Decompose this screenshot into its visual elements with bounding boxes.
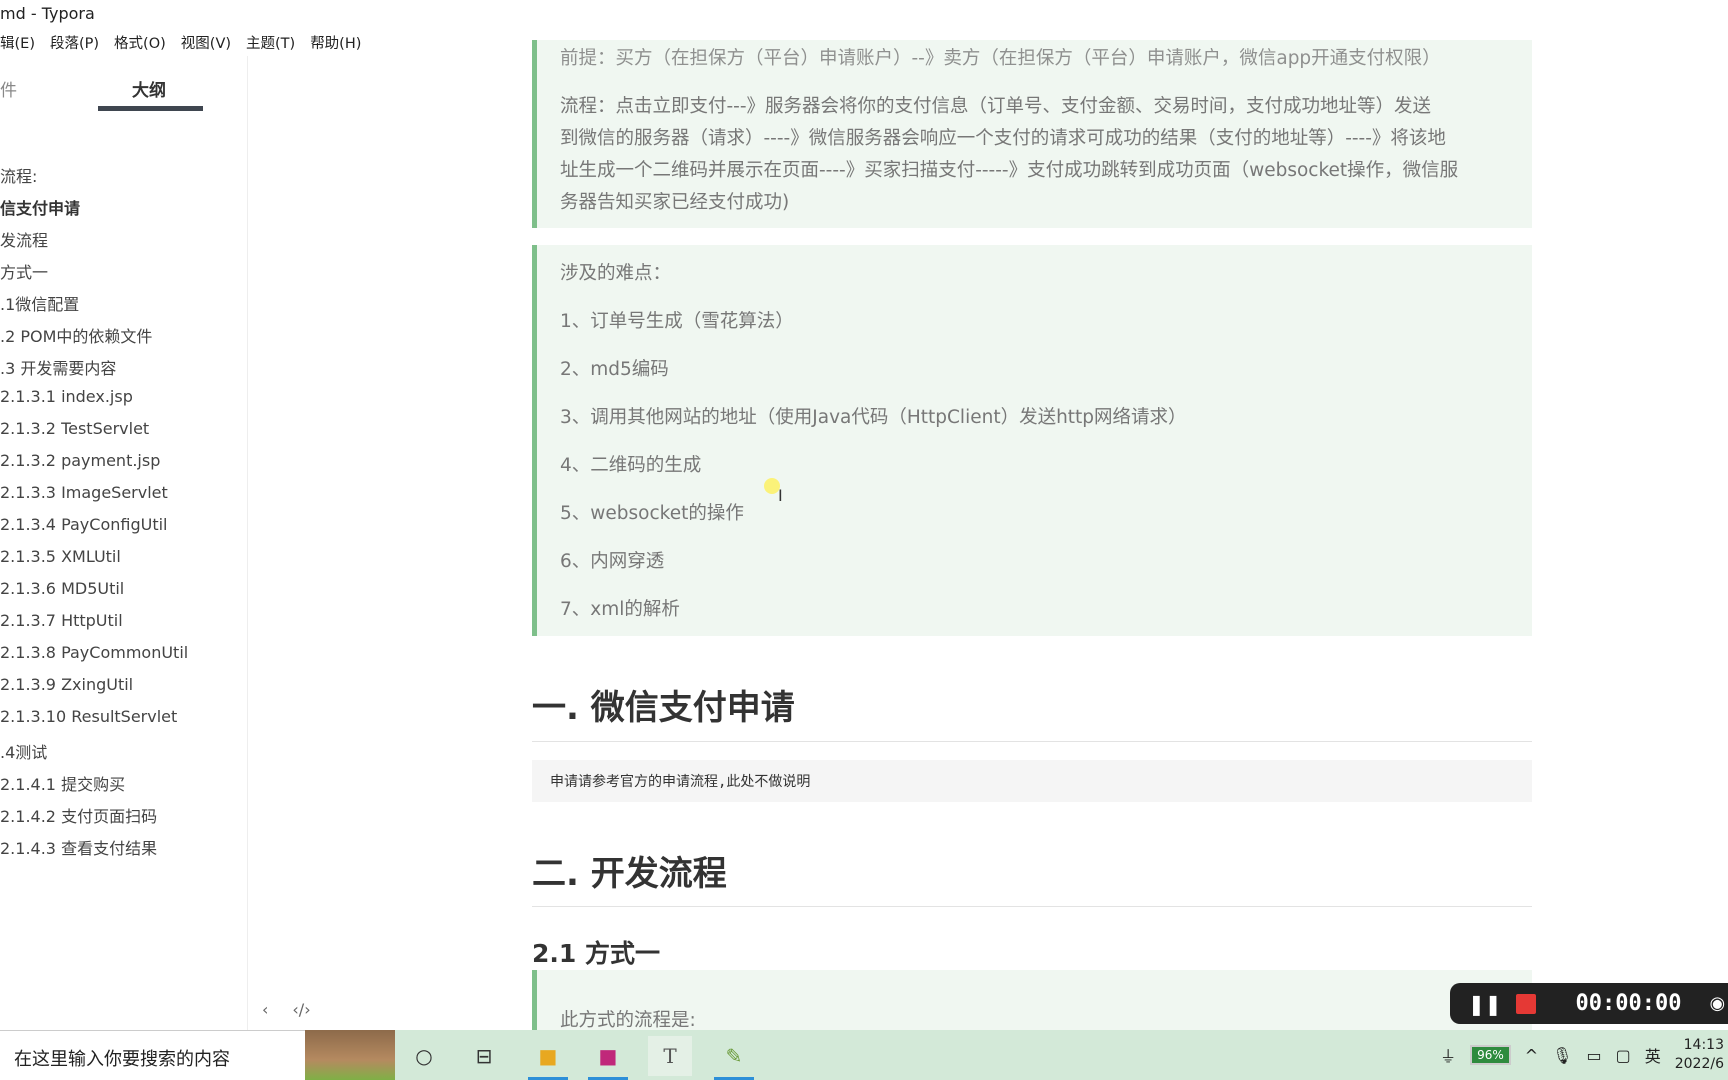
outline-item[interactable]: 2.1.3.8 PayCommonUtil	[0, 643, 188, 662]
window-title: md - Typora	[0, 4, 95, 23]
heading-1: 一. 微信支付申请	[532, 688, 795, 728]
camera-icon[interactable]: ◉	[1709, 993, 1725, 1014]
outline-item[interactable]: 方式一	[0, 259, 48, 283]
outline-item[interactable]: 流程:	[0, 163, 37, 187]
menu-paragraph[interactable]: 段落(P)	[50, 32, 99, 53]
outline-item[interactable]: .2 POM中的依赖文件	[0, 323, 152, 347]
show-hidden-icons-icon[interactable]: ^	[1525, 1046, 1538, 1065]
quote-line: 2、md5编码	[560, 359, 669, 380]
quote-line: 6、内网穿透	[560, 551, 665, 572]
menu-view[interactable]: 视图(V)	[181, 32, 231, 53]
menu-help[interactable]: 帮助(H)	[310, 32, 361, 53]
power-plug-icon: ⏚	[1440, 1047, 1457, 1066]
stop-icon[interactable]	[1515, 993, 1536, 1014]
blockquote-method: 此方式的流程是:	[532, 970, 1532, 1031]
menu-format[interactable]: 格式(O)	[114, 32, 166, 53]
microphone-icon[interactable]: 🎙	[1552, 1046, 1572, 1065]
outline-item[interactable]: 2.1.3.2 TestServlet	[0, 419, 149, 438]
system-tray: ⏚ 96% ^ 🎙 ▭ ▢ 英 14:13 2022/6	[1440, 1030, 1728, 1080]
sidebar-footer: ‹ ‹/›	[262, 1000, 311, 1019]
outline-item[interactable]: 2.1.3.9 ZxingUtil	[0, 675, 133, 694]
tab-outline[interactable]: 大纲	[132, 76, 166, 101]
sidebar: 件 大纲 流程: 信支付申请发流程方式一 .1微信配置 .2 POM中的依赖文件 .3 …	[0, 56, 248, 1030]
pause-icon[interactable]: ❚❚	[1468, 992, 1502, 1016]
clock[interactable]: 14:13 2022/6	[1675, 1036, 1724, 1074]
cortana-icon[interactable]: ○	[402, 1036, 446, 1076]
tab-underline	[98, 106, 203, 111]
ime-indicator[interactable]: 英	[1645, 1043, 1661, 1067]
collapse-sidebar-icon[interactable]: ‹	[262, 1000, 268, 1019]
quote-line: 务器告知买家已经支付成功)	[560, 192, 790, 213]
typora-icon[interactable]: T	[648, 1036, 692, 1076]
outline-item[interactable]: 2.1.3.6 MD5Util	[0, 579, 124, 598]
outline-item[interactable]: 2.1.3.7 HttpUtil	[0, 611, 123, 630]
outline-item[interactable]: 2.1.3.10 ResultServlet	[0, 707, 177, 726]
blockquote-process: 前提：买方（在担保方（平台）申请账户）--》卖方（在担保方（平台）申请账户，微信…	[532, 40, 1532, 228]
screen-recorder: ❚❚ 00:00:00 ◉	[1450, 983, 1728, 1024]
quote-line: 涉及的难点：	[560, 263, 672, 284]
outline-item[interactable]: 2.1.3.2 payment.jsp	[0, 451, 160, 470]
outline-item[interactable]: 发流程	[0, 227, 48, 251]
outline-item[interactable]: 2.1.3.5 XMLUtil	[0, 547, 121, 566]
battery-indicator[interactable]: 96%	[1470, 1045, 1511, 1065]
quote-line: 4、二维码的生成	[560, 455, 702, 476]
outline-item[interactable]: 信支付申请	[0, 195, 80, 219]
code-block: 申请请参考官方的申请流程,此处不做说明	[532, 760, 1532, 802]
quote-line: 流程：点击立即支付---》服务器会将你的支付信息（订单号、支付金额、交易时间，支…	[560, 96, 1432, 117]
clock-time: 14:13	[1683, 1037, 1724, 1053]
network-icon[interactable]: ▢	[1616, 1046, 1631, 1065]
quote-line: 1、订单号生成（雪花算法）	[560, 311, 794, 332]
quote-line: 此方式的流程是:	[560, 1010, 696, 1031]
outline-item[interactable]: .3 开发需要内容	[0, 355, 116, 379]
notepad-icon[interactable]: ✎	[712, 1036, 756, 1080]
menu-theme[interactable]: 主题(T)	[246, 32, 295, 53]
heading-divider	[532, 906, 1532, 907]
intellij-icon[interactable]: ■	[586, 1036, 630, 1080]
quote-line: 前提：买方（在担保方（平台）申请账户）--》卖方（在担保方（平台）申请账户，微信…	[560, 48, 1441, 69]
quote-line: 5、websocket的操作	[560, 503, 744, 524]
quote-line: 到微信的服务器（请求）----》微信服务器会响应一个支付的请求可成功的结果（支付…	[560, 128, 1446, 149]
clock-date: 2022/6	[1674, 1056, 1724, 1072]
subheading: 2.1 方式一	[532, 939, 660, 968]
file-explorer-icon[interactable]: ■	[526, 1036, 570, 1080]
quote-line: 7、xml的解析	[560, 599, 680, 620]
outline-item[interactable]: 2.1.3.4 PayConfigUtil	[0, 515, 167, 534]
outline-item[interactable]: .1微信配置	[0, 291, 79, 315]
menu-edit[interactable]: 辑(E)	[0, 32, 35, 53]
outline-item[interactable]: 2.1.4.1 提交购买	[0, 771, 125, 795]
menu-bar: 辑(E) 段落(P) 格式(O) 视图(V) 主题(T) 帮助(H)	[0, 32, 361, 53]
source-code-icon[interactable]: ‹/›	[292, 1000, 310, 1019]
quote-line: 址生成一个二维码并展示在页面----》买家扫描支付-----》支付成功跳转到成功…	[560, 160, 1459, 181]
outline-item[interactable]: 2.1.3.3 ImageServlet	[0, 483, 168, 502]
recording-timer: 00:00:00	[1575, 991, 1682, 1016]
battery-icon[interactable]: ▭	[1586, 1046, 1601, 1065]
outline-item[interactable]: 2.1.3.1 index.jsp	[0, 387, 133, 406]
quote-line: 3、调用其他网站的地址（使用Java代码（HttpClient）发送http网络…	[560, 407, 1187, 428]
text-cursor-icon: I	[778, 486, 783, 505]
blockquote-difficulties: 涉及的难点： 1、订单号生成（雪花算法） 2、md5编码 3、调用其他网站的地址（使用…	[532, 245, 1532, 636]
tab-files[interactable]: 件	[0, 76, 17, 101]
heading-2: 二. 开发流程	[532, 854, 727, 894]
heading-divider	[532, 741, 1532, 742]
outline-item[interactable]: 2.1.4.2 支付页面扫码	[0, 803, 157, 827]
outline-item[interactable]: 2.1.4.3 查看支付结果	[0, 835, 157, 859]
outline-item[interactable]: .4测试	[0, 739, 47, 763]
task-view-icon[interactable]: ⊟	[462, 1036, 506, 1076]
search-highlight-image	[305, 1030, 395, 1080]
